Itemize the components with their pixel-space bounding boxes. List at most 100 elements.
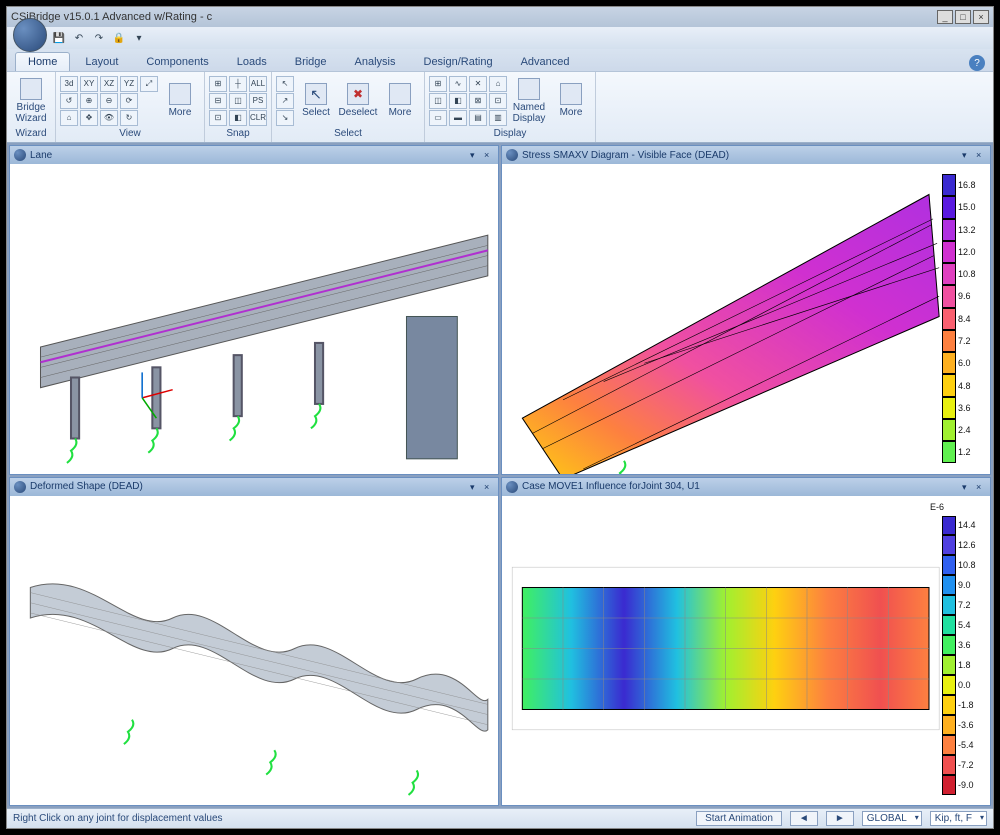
legend-swatch <box>942 535 956 555</box>
snap-ps-button[interactable]: PS <box>249 93 267 109</box>
vp-close-button[interactable]: × <box>484 150 494 160</box>
select-arrow3-icon[interactable]: ↘ <box>276 110 294 126</box>
viewport-lane: Lane ▾ × <box>9 145 499 475</box>
view-xy-button[interactable]: XY <box>80 76 98 92</box>
display-more-button[interactable]: More <box>551 75 591 127</box>
view-zoom-out-button[interactable]: ⊖ <box>100 93 118 109</box>
deselect-label: Deselect <box>339 107 378 118</box>
display-icon-11[interactable]: ▤ <box>469 110 487 126</box>
vp-menu-button[interactable]: ▾ <box>962 150 972 160</box>
deselect-button[interactable]: ✖ Deselect <box>338 75 378 127</box>
legend-swatch <box>942 241 956 263</box>
vp-close-button[interactable]: × <box>976 482 986 492</box>
display-icon-10[interactable]: ▬ <box>449 110 467 126</box>
units-combo[interactable]: Kip, ft, F <box>930 811 987 826</box>
ribbon-group-snap: ⊞ ⊟ ⊡ ┼ ◫ ◧ ALL PS CLR Snap <box>205 72 272 142</box>
view-pan-button[interactable]: ✥ <box>80 110 98 126</box>
select-icon: ↖ <box>305 83 327 105</box>
display-icon-7[interactable]: ⊠ <box>469 93 487 109</box>
legend-value: -5.4 <box>958 740 974 750</box>
tab-design-rating[interactable]: Design/Rating <box>411 52 506 71</box>
tab-loads[interactable]: Loads <box>224 52 280 71</box>
close-button[interactable]: × <box>973 10 989 24</box>
help-icon[interactable]: ? <box>969 55 985 71</box>
tab-bridge[interactable]: Bridge <box>282 52 340 71</box>
coord-system-combo[interactable]: GLOBAL <box>862 811 922 826</box>
lock-icon[interactable]: 🔒 <box>111 30 127 46</box>
app-orb-button[interactable] <box>13 18 47 52</box>
legend-swatch <box>942 419 956 441</box>
vp-menu-button[interactable]: ▾ <box>470 150 480 160</box>
legend-swatch <box>942 655 956 675</box>
legend-swatch <box>942 174 956 196</box>
ribbon-group-display: ⊞ ◫ ▭ ∿ ◧ ▬ ✕ ⊠ ▤ ⌂ ⊡ ▥ Named Display <box>425 72 596 142</box>
snap-mid-button[interactable]: ⊟ <box>209 93 227 109</box>
viewport-canvas-deformed[interactable] <box>10 496 498 806</box>
qat-dropdown-icon[interactable]: ▾ <box>131 30 147 46</box>
display-icon-5[interactable]: ◫ <box>429 93 447 109</box>
group-label-select: Select <box>276 127 420 140</box>
tab-advanced[interactable]: Advanced <box>508 52 583 71</box>
view-fit-button[interactable]: ⟳ <box>120 93 138 109</box>
statusbar: Right Click on any joint for displacemen… <box>7 808 993 828</box>
tab-layout[interactable]: Layout <box>72 52 131 71</box>
viewport-canvas-influence[interactable]: E-6 14.412.610.89.07.25.43.61.80.0-1.8-3… <box>502 496 990 806</box>
select-button[interactable]: ↖ Select <box>296 75 336 127</box>
next-step-button[interactable]: ► <box>826 811 854 826</box>
snap-grid-button[interactable]: ⊞ <box>209 76 227 92</box>
legend-swatch <box>942 715 956 735</box>
viewport-title-influence: Case MOVE1 Influence forJoint 304, U1 ▾ … <box>502 478 990 496</box>
view-rotate-cw-button[interactable]: ↻ <box>120 110 138 126</box>
view-home-button[interactable]: ⌂ <box>60 110 78 126</box>
snap-perp-button[interactable]: ◫ <box>229 93 247 109</box>
display-icon-6[interactable]: ◧ <box>449 93 467 109</box>
snap-end-button[interactable]: ⊡ <box>209 110 227 126</box>
display-icon-4[interactable]: ⌂ <box>489 76 507 92</box>
snap-intersect-button[interactable]: ┼ <box>229 76 247 92</box>
legend-swatch <box>942 263 956 285</box>
vp-menu-button[interactable]: ▾ <box>470 482 480 492</box>
tab-home[interactable]: Home <box>15 52 70 71</box>
display-icon-12[interactable]: ▥ <box>489 110 507 126</box>
vp-menu-button[interactable]: ▾ <box>962 482 972 492</box>
view-yz-button[interactable]: YZ <box>120 76 138 92</box>
snap-edge-button[interactable]: ◧ <box>229 110 247 126</box>
view-3d-button[interactable]: 3d <box>60 76 78 92</box>
legend-exponent: E-6 <box>930 502 944 512</box>
view-extents-button[interactable]: ⤢ <box>140 76 158 92</box>
display-icon-2[interactable]: ∿ <box>449 76 467 92</box>
view-eye-button[interactable]: 👁 <box>100 110 118 126</box>
viewport-canvas-lane[interactable] <box>10 164 498 474</box>
display-icon-9[interactable]: ▭ <box>429 110 447 126</box>
bridge-wizard-button[interactable]: Bridge Wizard <box>11 75 51 127</box>
undo-icon[interactable]: ↶ <box>71 30 87 46</box>
legend-value: 7.2 <box>958 336 971 346</box>
vp-close-button[interactable]: × <box>484 482 494 492</box>
viewport-canvas-stress[interactable]: 16.815.013.212.010.89.68.47.26.04.83.62.… <box>502 164 990 474</box>
display-icon-1[interactable]: ⊞ <box>429 76 447 92</box>
select-arrow-icon[interactable]: ↖ <box>276 76 294 92</box>
minimize-button[interactable]: _ <box>937 10 953 24</box>
legend-value: 0.0 <box>958 680 971 690</box>
vp-close-button[interactable]: × <box>976 150 986 160</box>
select-more-button[interactable]: More <box>380 75 420 127</box>
tab-components[interactable]: Components <box>133 52 221 71</box>
snap-all-button[interactable]: ALL <box>249 76 267 92</box>
prev-step-button[interactable]: ◄ <box>790 811 818 826</box>
start-animation-button[interactable]: Start Animation <box>696 811 782 826</box>
view-xz-button[interactable]: XZ <box>100 76 118 92</box>
display-icon-3[interactable]: ✕ <box>469 76 487 92</box>
view-more-button[interactable]: More <box>160 75 200 127</box>
snap-clear-button[interactable]: CLR <box>249 110 267 126</box>
save-icon[interactable]: 💾 <box>51 30 67 46</box>
redo-icon[interactable]: ↷ <box>91 30 107 46</box>
maximize-button[interactable]: □ <box>955 10 971 24</box>
display-icon-8[interactable]: ⊡ <box>489 93 507 109</box>
legend-value: 13.2 <box>958 225 976 235</box>
view-rotate-ccw-button[interactable]: ↺ <box>60 93 78 109</box>
named-display-button[interactable]: Named Display <box>509 75 549 127</box>
select-label: Select <box>302 107 330 118</box>
tab-analysis[interactable]: Analysis <box>342 52 409 71</box>
select-arrow2-icon[interactable]: ↗ <box>276 93 294 109</box>
view-zoom-in-button[interactable]: ⊕ <box>80 93 98 109</box>
